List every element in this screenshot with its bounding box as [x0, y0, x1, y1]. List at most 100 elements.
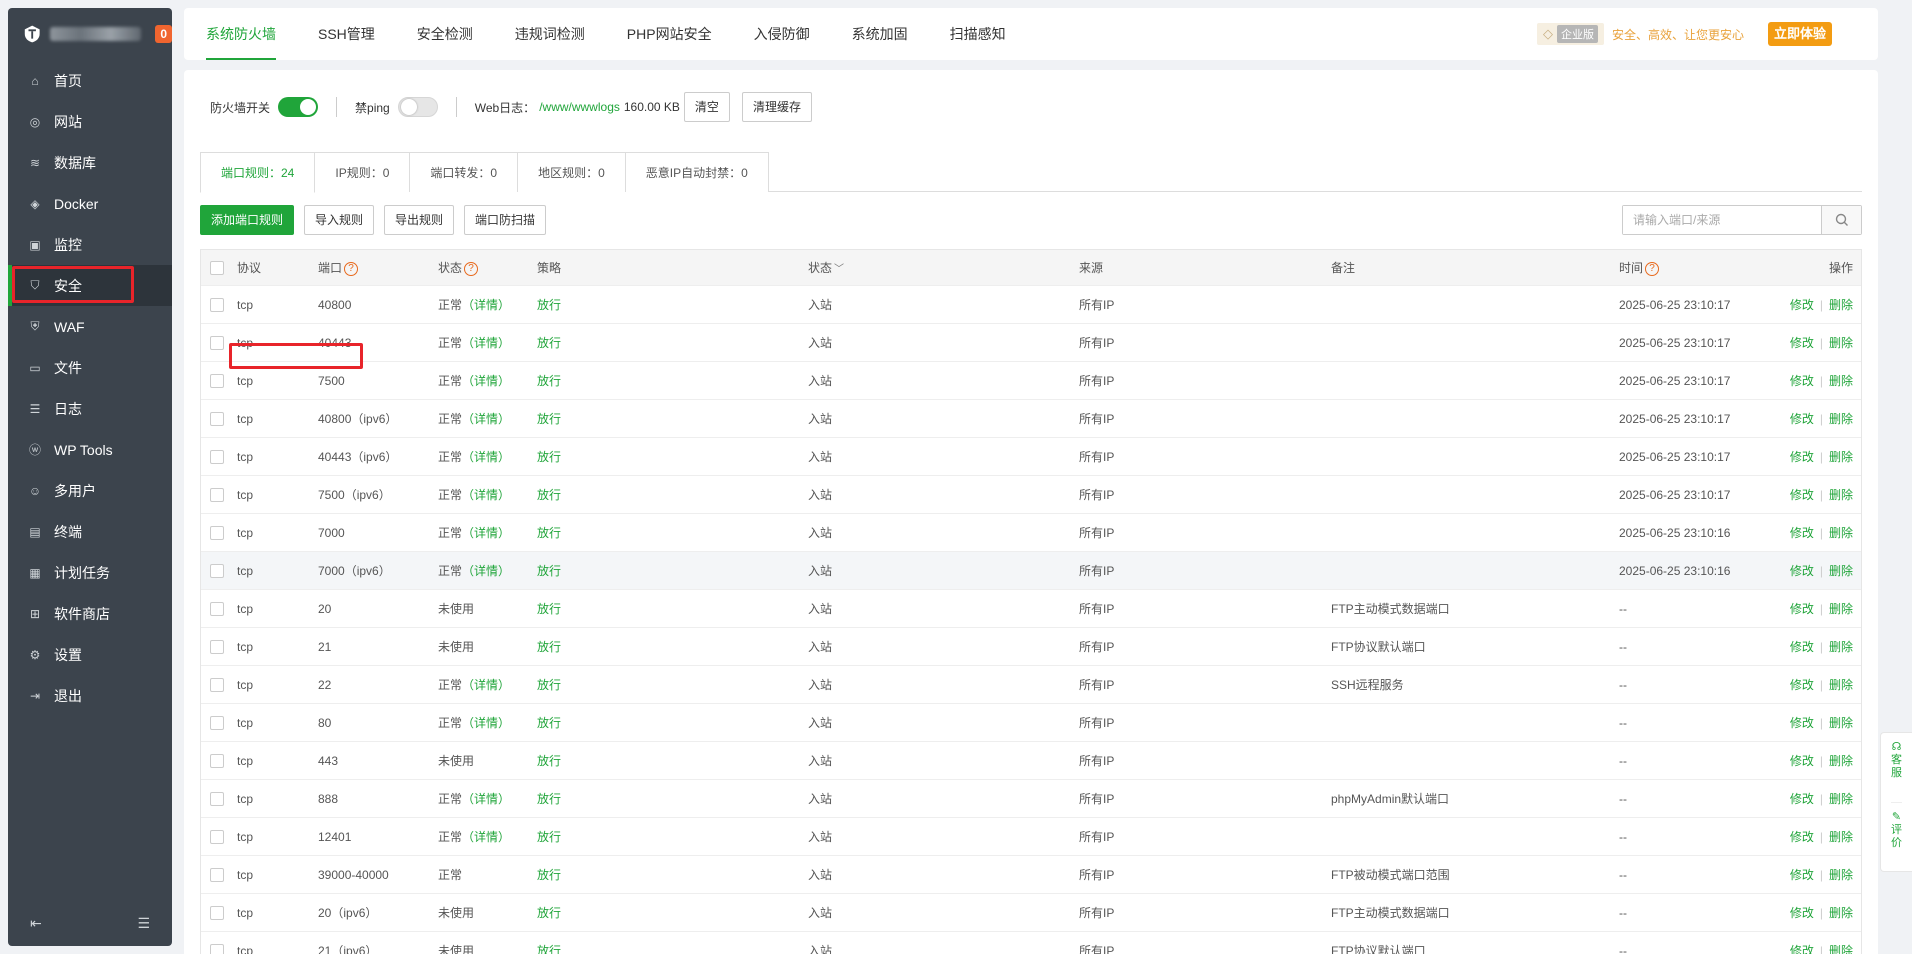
edit-link[interactable]: 修改 — [1790, 792, 1814, 806]
tab-4[interactable]: PHP网站安全 — [627, 8, 712, 60]
row-checkbox[interactable] — [210, 487, 224, 502]
sidebar-item-11[interactable]: ▤ 终端 — [8, 511, 172, 552]
row-checkbox[interactable] — [210, 297, 224, 312]
row-checkbox[interactable] — [210, 601, 224, 616]
delete-link[interactable]: 删除 — [1829, 602, 1853, 616]
row-checkbox[interactable] — [210, 525, 224, 540]
sidebar-item-0[interactable]: ⌂ 首页 — [8, 60, 172, 101]
sidebar-item-8[interactable]: ☰ 日志 — [8, 388, 172, 429]
edit-link[interactable]: 修改 — [1790, 374, 1814, 388]
tab-1[interactable]: SSH管理 — [318, 8, 375, 60]
delete-link[interactable]: 删除 — [1829, 678, 1853, 692]
detail-link[interactable]: （详情） — [462, 488, 510, 502]
header-direction[interactable]: 状态 ﹀ — [808, 259, 1079, 276]
detail-link[interactable]: （详情） — [462, 450, 510, 464]
feedback-button[interactable]: ✎ 评 价 — [1891, 801, 1902, 871]
edit-link[interactable]: 修改 — [1790, 602, 1814, 616]
edit-link[interactable]: 修改 — [1790, 336, 1814, 350]
detail-link[interactable]: （详情） — [462, 336, 510, 350]
delete-link[interactable]: 删除 — [1829, 792, 1853, 806]
detail-link[interactable]: （详情） — [462, 716, 510, 730]
edit-link[interactable]: 修改 — [1790, 526, 1814, 540]
detail-link[interactable]: （详情） — [462, 526, 510, 540]
sidebar-item-1[interactable]: ◎ 网站 — [8, 101, 172, 142]
sidebar-item-5[interactable]: ⛉ 安全 — [8, 265, 172, 306]
sidebar-item-15[interactable]: ⇥ 退出 — [8, 675, 172, 716]
sidebar-item-6[interactable]: ⛨ WAF — [8, 306, 172, 347]
rule-tab-3[interactable]: 地区规则：0 — [518, 152, 626, 192]
edit-link[interactable]: 修改 — [1790, 488, 1814, 502]
help-icon[interactable]: ? — [1645, 261, 1660, 276]
sidebar-item-13[interactable]: ⊞ 软件商店 — [8, 593, 172, 634]
delete-link[interactable]: 删除 — [1829, 868, 1853, 882]
clear-log-button[interactable]: 清空 — [683, 92, 730, 122]
search-input[interactable] — [1623, 206, 1821, 234]
tab-5[interactable]: 入侵防御 — [754, 8, 810, 60]
sidebar-item-10[interactable]: ☺ 多用户 — [8, 470, 172, 511]
edit-link[interactable]: 修改 — [1790, 868, 1814, 882]
delete-link[interactable]: 删除 — [1829, 488, 1853, 502]
delete-link[interactable]: 删除 — [1829, 564, 1853, 578]
row-checkbox[interactable] — [210, 373, 224, 388]
tab-7[interactable]: 扫描感知 — [950, 8, 1006, 60]
firewall-toggle[interactable] — [278, 97, 319, 117]
row-checkbox[interactable] — [210, 677, 224, 692]
customer-service-button[interactable]: ☊ 客 服 — [1891, 733, 1902, 802]
rule-tab-1[interactable]: IP规则：0 — [315, 152, 411, 192]
row-checkbox[interactable] — [210, 335, 224, 350]
menu-list-icon[interactable]: ☰ — [137, 915, 150, 932]
enterprise-promo[interactable]: ◇ 企业版 安全、高效、让您更安心 — [1536, 22, 1744, 46]
row-checkbox[interactable] — [210, 715, 224, 730]
clear-cache-button[interactable]: 清理缓存 — [741, 92, 812, 122]
detail-link[interactable]: （详情） — [462, 374, 510, 388]
detail-link[interactable]: （详情） — [462, 412, 510, 426]
row-checkbox[interactable] — [210, 411, 224, 426]
delete-link[interactable]: 删除 — [1829, 526, 1853, 540]
row-checkbox[interactable] — [210, 449, 224, 464]
row-checkbox[interactable] — [210, 791, 224, 806]
delete-link[interactable]: 删除 — [1829, 754, 1853, 768]
row-checkbox[interactable] — [210, 943, 224, 954]
delete-link[interactable]: 删除 — [1829, 640, 1853, 654]
sidebar-item-9[interactable]: ⓦ WP Tools — [8, 429, 172, 470]
detail-link[interactable]: （详情） — [462, 830, 510, 844]
edit-link[interactable]: 修改 — [1790, 830, 1814, 844]
port-scan-protect-button[interactable]: 端口防扫描 — [464, 205, 547, 235]
row-checkbox[interactable] — [210, 905, 224, 920]
collapse-icon[interactable]: ⇤ — [30, 915, 42, 932]
row-checkbox[interactable] — [210, 829, 224, 844]
row-checkbox[interactable] — [210, 753, 224, 768]
sidebar-item-7[interactable]: ▭ 文件 — [8, 347, 172, 388]
delete-link[interactable]: 删除 — [1829, 906, 1853, 920]
detail-link[interactable]: （详情） — [462, 792, 510, 806]
detail-link[interactable]: （详情） — [462, 564, 510, 578]
weblog-path-link[interactable]: /www/wwwlogs — [539, 100, 620, 114]
sidebar-item-2[interactable]: ≋ 数据库 — [8, 142, 172, 183]
delete-link[interactable]: 删除 — [1829, 412, 1853, 426]
search-button[interactable] — [1821, 206, 1861, 234]
notification-badge[interactable]: 0 — [155, 25, 172, 43]
delete-link[interactable]: 删除 — [1829, 830, 1853, 844]
edit-link[interactable]: 修改 — [1790, 716, 1814, 730]
rule-tab-4[interactable]: 恶意IP自动封禁：0 — [625, 152, 769, 192]
edit-link[interactable]: 修改 — [1790, 906, 1814, 920]
import-rules-button[interactable]: 导入规则 — [304, 205, 375, 235]
row-checkbox[interactable] — [210, 639, 224, 654]
delete-link[interactable]: 删除 — [1829, 944, 1853, 954]
edit-link[interactable]: 修改 — [1790, 564, 1814, 578]
sidebar-item-3[interactable]: ◈ Docker — [8, 183, 172, 224]
delete-link[interactable]: 删除 — [1829, 298, 1853, 312]
rule-tab-2[interactable]: 端口转发：0 — [410, 152, 519, 192]
rule-tab-0[interactable]: 端口规则：24 — [200, 152, 316, 193]
delete-link[interactable]: 删除 — [1829, 450, 1853, 464]
add-port-rule-button[interactable]: 添加端口规则 — [200, 205, 295, 235]
tab-3[interactable]: 违规词检测 — [515, 8, 585, 60]
edit-link[interactable]: 修改 — [1790, 678, 1814, 692]
row-checkbox[interactable] — [210, 867, 224, 882]
help-icon[interactable]: ? — [464, 261, 479, 276]
select-all-checkbox[interactable] — [210, 260, 224, 275]
edit-link[interactable]: 修改 — [1790, 412, 1814, 426]
sidebar-item-14[interactable]: ⚙ 设置 — [8, 634, 172, 675]
sidebar-item-4[interactable]: ▣ 监控 — [8, 224, 172, 265]
delete-link[interactable]: 删除 — [1829, 336, 1853, 350]
